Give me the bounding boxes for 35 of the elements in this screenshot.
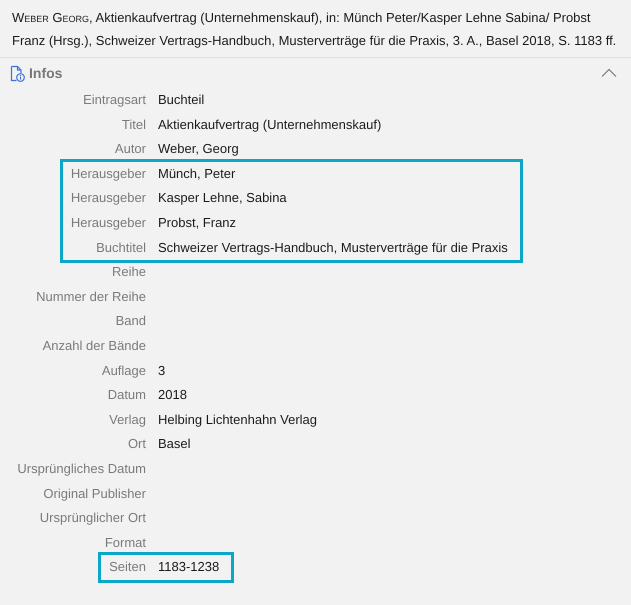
field-value: 1183-1238	[158, 559, 220, 574]
field-label: Ursprüngliches Datum	[17, 460, 146, 478]
field-label: Autor	[114, 140, 146, 158]
field-label: Ort	[126, 435, 146, 454]
field-value: Basel	[158, 436, 191, 452]
field-value: 3	[158, 362, 166, 378]
field-value: Weber, Georg	[158, 141, 239, 156]
field-label: Anzahl der Bände	[42, 336, 146, 355]
field-label: Herausgeber	[70, 189, 146, 208]
field-label: Herausgeber	[70, 164, 146, 183]
field-label: Seiten	[109, 558, 146, 576]
field-label: Auflage	[100, 362, 146, 380]
field-label: Verlag	[108, 410, 146, 429]
field-label: Reihe	[111, 263, 146, 282]
field-label: Ursprünglicher Ort	[38, 509, 146, 528]
field-label: Datum	[106, 386, 146, 404]
field-label: Herausgeber	[70, 214, 146, 232]
field-label: Original Publisher	[42, 484, 146, 503]
field-label: Band	[114, 312, 146, 330]
field-value: Buchteil	[158, 92, 204, 107]
field-value: 2018	[158, 387, 187, 402]
field-value: Münch, Peter	[158, 166, 236, 181]
field-label: Nummer der Reihe	[35, 288, 146, 306]
field-label: Titel	[120, 116, 146, 134]
field-value: Aktienkaufvertrag (Unternehmenskauf)	[158, 116, 382, 132]
citation-text: Weber Georg, Aktienkaufvertrag (Unternehmenskauf), in: Münch Peter/Kasper Lehne Sabina/ Probst Franz (Hrsg.), Schweizer Vertrags-Handbuch, Musterverträge für die Praxis, 3. A., Basel 2018, S. 1183 ff.	[0, 0, 631, 58]
field-value: Probst, Franz	[158, 214, 236, 230]
field-value: Helbing Lichtenhahn Verlag	[158, 412, 318, 427]
field-label: Format	[104, 534, 146, 552]
field-label: Eintragsart	[83, 91, 146, 109]
field-value: Schweizer Vertrags-Handbuch, Musterverträge für die Praxis	[158, 240, 508, 255]
document-info-icon	[10, 64, 25, 82]
section-title: Infos	[29, 65, 62, 81]
field-label: Buchtitel	[95, 238, 146, 257]
field-value: Kasper Lehne, Sabina	[158, 190, 287, 206]
